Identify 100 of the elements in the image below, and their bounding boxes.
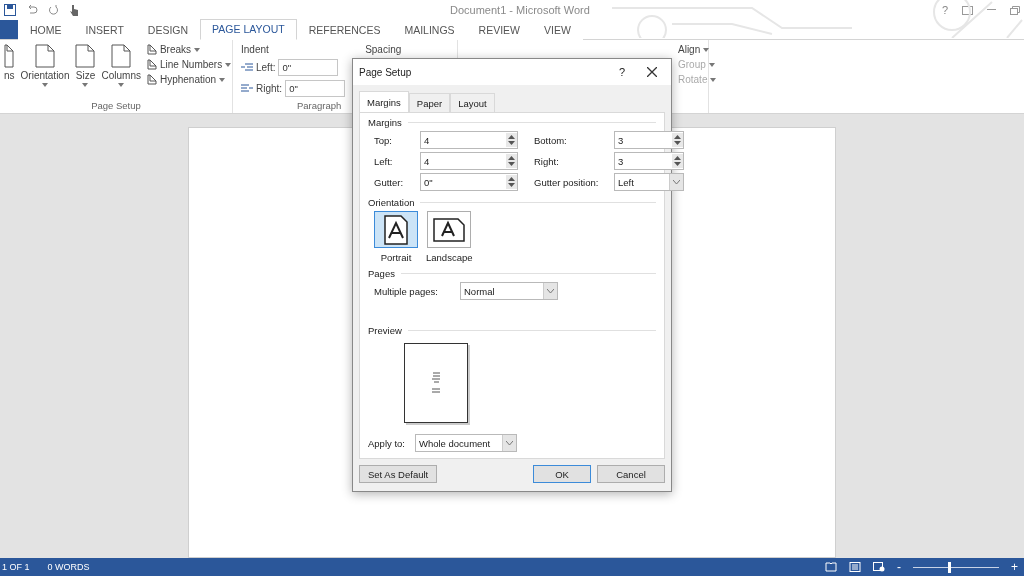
chevron-down-icon: [505, 441, 513, 445]
spin-arrows-icon: [508, 177, 515, 187]
spacing-heading: Spacing: [365, 44, 402, 55]
close-icon[interactable]: [647, 67, 657, 77]
spin-field[interactable]: 3: [614, 131, 684, 149]
page-icon: [111, 44, 132, 68]
field-label: Top:: [374, 134, 393, 146]
dropdown-field[interactable]: Left: [614, 173, 684, 191]
dialog-button[interactable]: Set As Default: [359, 465, 438, 483]
indent-right-icon: [241, 84, 253, 93]
word-count[interactable]: 0 WORDS: [47, 562, 90, 572]
dialog-button[interactable]: OK: [533, 465, 591, 483]
group-label: Page Setup: [90, 100, 142, 113]
restore-icon[interactable]: [1010, 5, 1020, 15]
caret-icon: [708, 62, 715, 67]
ribbon-button[interactable]: Size: [75, 44, 96, 100]
spin-button[interactable]: [506, 154, 517, 168]
spin-arrows-icon: [508, 135, 515, 145]
minimize-icon[interactable]: [987, 9, 996, 11]
spin-button[interactable]: [672, 154, 683, 168]
spin-field[interactable]: 4: [420, 152, 518, 170]
indent-field[interactable]: 0": [285, 80, 346, 97]
read-mode-icon[interactable]: [825, 562, 837, 572]
field-label: Left:: [256, 62, 276, 73]
web-layout-icon[interactable]: [873, 562, 885, 572]
field-label: Gutter:: [374, 176, 405, 188]
zoom-slider-thumb[interactable]: [948, 561, 952, 573]
caret-icon: [82, 83, 89, 87]
page-icon: [75, 44, 96, 68]
ribbon-button[interactable]: Orientation: [20, 44, 70, 100]
window-title: Document1 - Microsoft Word: [450, 4, 590, 16]
field-label: Left:: [374, 155, 394, 167]
page-count[interactable]: 1 OF 1: [2, 562, 30, 572]
field-label: Gutter position:: [534, 176, 600, 188]
dialog-tab[interactable]: Margins: [359, 91, 409, 112]
section-heading: Orientation: [368, 197, 415, 208]
ribbon-options-icon[interactable]: [962, 5, 973, 15]
dropdown-field[interactable]: Normal: [460, 282, 558, 300]
ribbon-tab[interactable]: PAGE LAYOUT: [200, 19, 297, 40]
caret-icon: [194, 47, 201, 52]
indent-left-icon: [241, 63, 253, 72]
ribbon-button[interactable]: Breaks: [146, 44, 232, 55]
ribbon-button[interactable]: ns: [4, 44, 15, 100]
orientation-button[interactable]: [374, 211, 418, 248]
spin-field[interactable]: 0": [420, 173, 518, 191]
portrait-page-icon: [384, 214, 408, 245]
caret-icon: [219, 77, 226, 82]
indent-field[interactable]: 0": [278, 59, 339, 76]
page-icon: [146, 44, 157, 55]
spin-field[interactable]: 3: [614, 152, 684, 170]
caret-icon: [42, 83, 48, 87]
ribbon-button[interactable]: Hyphenation: [146, 74, 232, 85]
ribbon-button[interactable]: Columns: [101, 44, 141, 100]
spin-field[interactable]: 4: [420, 131, 518, 149]
section-heading: Margins: [368, 117, 402, 128]
field-label: Bottom:: [534, 134, 568, 146]
dialog-button[interactable]: Cancel: [597, 465, 665, 483]
field-label: Right:: [256, 83, 283, 94]
redo-icon[interactable]: [48, 4, 59, 16]
section-heading: Pages: [368, 268, 395, 279]
field-label: Multiple pages:: [374, 285, 439, 297]
ribbon-button[interactable]: Line Numbers: [146, 59, 232, 70]
print-layout-icon[interactable]: [849, 562, 861, 572]
undo-icon[interactable]: [26, 5, 38, 15]
section-heading: Preview: [368, 325, 402, 336]
text-lines-icon: [431, 372, 441, 394]
page-icon: [35, 44, 55, 68]
zoom-in-button[interactable]: +: [1011, 560, 1018, 574]
orientation-label: Landscape: [426, 252, 473, 263]
field-label: Apply to:: [368, 437, 405, 449]
chevron-down-icon: [673, 180, 680, 184]
landscape-page-icon: [433, 217, 466, 242]
dialog-title: Page Setup: [359, 66, 413, 78]
page-icon: [146, 59, 157, 70]
spin-button[interactable]: [672, 133, 683, 147]
page-icon: [4, 44, 15, 68]
field-label: Right:: [534, 155, 560, 167]
dropdown-button[interactable]: [501, 435, 516, 451]
save-icon[interactable]: [4, 4, 16, 16]
help-button[interactable]: ?: [618, 66, 625, 78]
chevron-down-icon: [547, 289, 554, 293]
caret-icon: [118, 83, 125, 87]
zoom-out-button[interactable]: -: [897, 560, 901, 574]
spin-button[interactable]: [506, 175, 517, 189]
help-button[interactable]: ?: [941, 4, 948, 16]
orientation-label: Portrait: [380, 252, 412, 263]
indent-heading: Indent: [241, 44, 270, 55]
orientation-button[interactable]: [427, 211, 472, 248]
dialog-tab[interactable]: Paper: [408, 93, 451, 112]
ribbon-button[interactable]: Align: [678, 44, 717, 55]
dialog-tab[interactable]: Layout: [450, 93, 495, 112]
touch-mode-icon[interactable]: [69, 4, 79, 16]
page-icon: [146, 74, 157, 85]
caret-icon: [710, 77, 717, 82]
spin-arrows-icon: [508, 156, 515, 166]
caret-icon: [703, 47, 710, 52]
spin-button[interactable]: [506, 133, 517, 147]
dropdown-field[interactable]: Whole document: [414, 434, 517, 452]
caret-icon: [225, 62, 232, 67]
spin-arrows-icon: [674, 135, 681, 145]
